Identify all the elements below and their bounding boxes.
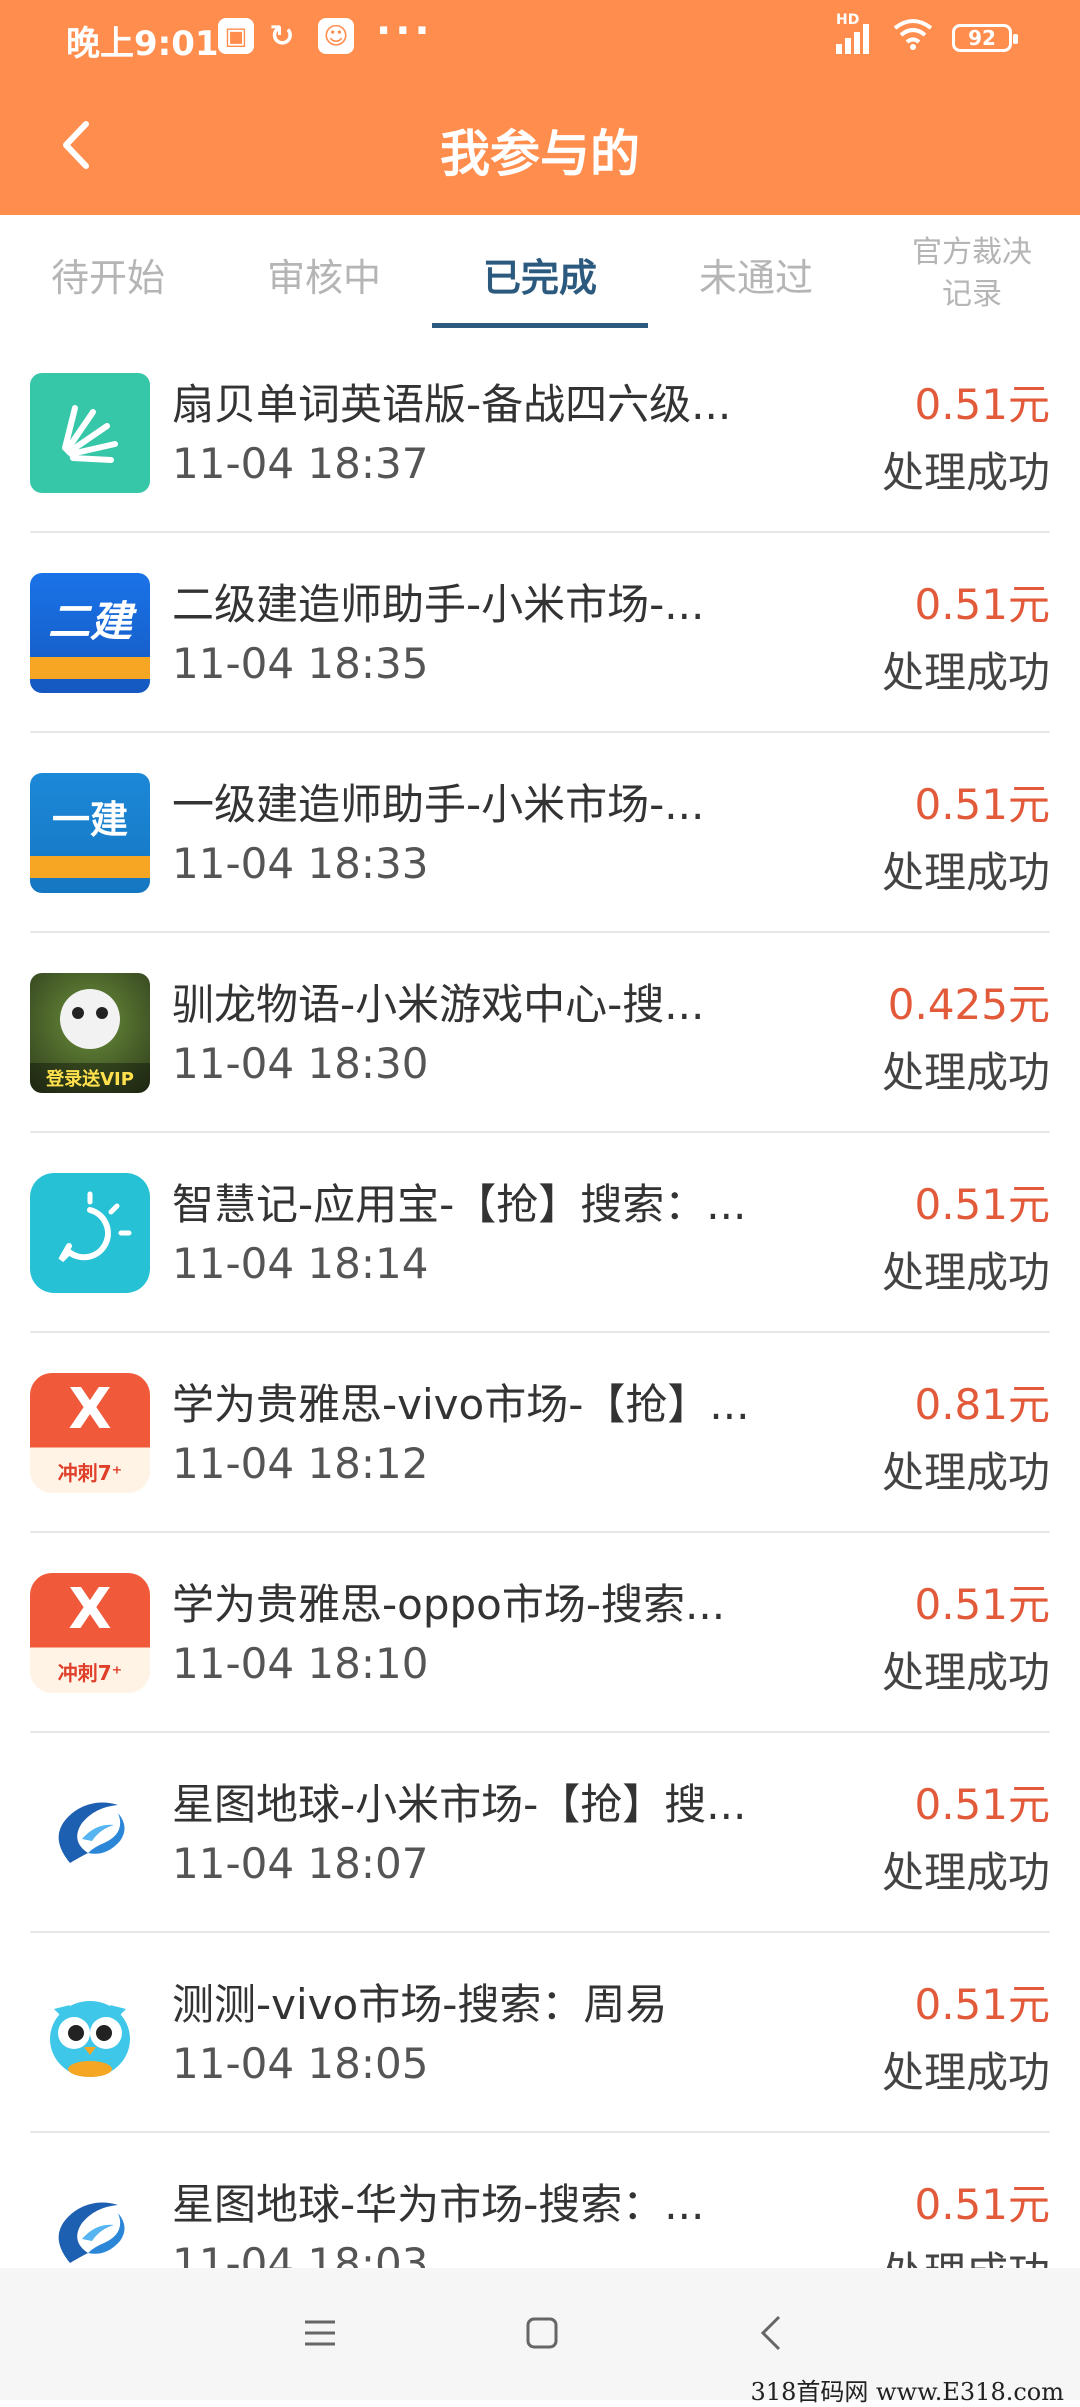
list-item[interactable]: X 冲刺7⁺ 学为贵雅思-oppo市场-搜索... 11-04 18:10 0.… (30, 1533, 1050, 1733)
wifi-icon (893, 18, 933, 59)
tab-rejected[interactable]: 未通过 (648, 215, 864, 333)
item-amount: 0.51元 (914, 580, 1050, 629)
page-title: 我参与的 (440, 125, 640, 183)
icon-text: 登录送VIP (30, 1063, 150, 1093)
home-button[interactable] (502, 2298, 582, 2368)
xingtu-earth-icon (30, 1773, 150, 1893)
status-tabs: 待开始 审核中 已完成 未通过 官方裁决 记录 (0, 215, 1080, 333)
item-status: 处理成功 (881, 1848, 1050, 1897)
notification-sync-icon: ↻ (269, 18, 295, 54)
tab-official-ruling-line1: 官方裁决 (912, 235, 1032, 270)
notification-app-icon: ▣ (218, 18, 254, 54)
xingtu-earth-icon (30, 2173, 150, 2268)
item-amount: 0.81元 (914, 1380, 1050, 1429)
zhihuiji-icon (30, 1173, 150, 1293)
list-item[interactable]: 二建 二级建造师助手-小米市场-... 11-04 18:35 0.51元 处理… (30, 533, 1050, 733)
item-title: 扇贝单词英语版-备战四六级... (172, 380, 732, 429)
item-title: 星图地球-小米市场-【抢】搜... (172, 1780, 747, 1829)
nav-back-button[interactable] (730, 2298, 810, 2368)
list-item[interactable]: 星图地球-华为市场-搜索：... 11-04 18:03 0.51元 处理成功 (30, 2133, 1050, 2268)
active-tab-indicator (432, 323, 648, 328)
item-amount: 0.51元 (914, 380, 1050, 429)
xueweigui-icon: X 冲刺7⁺ (30, 1373, 150, 1493)
item-status: 处理成功 (881, 1448, 1050, 1497)
item-title: 一级建造师助手-小米市场-... (172, 780, 705, 829)
list-item[interactable]: 星图地球-小米市场-【抢】搜... 11-04 18:07 0.51元 处理成功 (30, 1733, 1050, 1933)
item-time: 11-04 18:07 (172, 1839, 429, 1888)
item-title: 学为贵雅思-vivo市场-【抢】... (172, 1380, 750, 1429)
item-time: 11-04 18:03 (172, 2239, 429, 2268)
shanbay-icon (30, 373, 150, 493)
icon-text: 冲刺7⁺ (57, 1461, 123, 1485)
x-logo: X (68, 1577, 112, 1642)
item-time: 11-04 18:14 (172, 1239, 429, 1288)
xueweigui-icon: X 冲刺7⁺ (30, 1573, 150, 1693)
item-time: 11-04 18:33 (172, 839, 429, 888)
tab-official-ruling[interactable]: 官方裁决 记录 (864, 215, 1080, 333)
notification-face-icon: ☺ (318, 18, 354, 54)
item-title: 驯龙物语-小米游戏中心-搜... (172, 980, 705, 1029)
list-item[interactable]: 测测-vivo市场-搜索：周易 11-04 18:05 0.51元 处理成功 (30, 1933, 1050, 2133)
item-title: 智慧记-应用宝-【抢】搜索：... (172, 1180, 747, 1229)
status-bar: 晚上9:01 ▣ ↻ ☺ ··· HD 92 (0, 0, 1080, 80)
item-status: 处理成功 (881, 848, 1050, 897)
item-time: 11-04 18:35 (172, 639, 429, 688)
icon-text: 二建 (47, 596, 132, 646)
game-panda-icon: 登录送VIP (30, 973, 150, 1093)
item-status: 处理成功 (881, 1648, 1050, 1697)
title-bar: 我参与的 (0, 80, 1080, 215)
item-title: 星图地球-华为市场-搜索：... (172, 2180, 705, 2229)
item-amount: 0.51元 (914, 2180, 1050, 2229)
item-time: 11-04 18:30 (172, 1039, 429, 1088)
menu-button[interactable] (280, 2298, 360, 2368)
menu-icon (305, 2320, 335, 2346)
item-time: 11-04 18:37 (172, 439, 429, 488)
item-amount: 0.51元 (914, 780, 1050, 829)
status-time: 晚上9:01 (66, 24, 219, 64)
item-amount: 0.51元 (914, 1580, 1050, 1629)
app-header: 晚上9:01 ▣ ↻ ☺ ··· HD 92 我参与的 (0, 0, 1080, 215)
item-status: 处理成功 (881, 648, 1050, 697)
item-amount: 0.51元 (914, 1980, 1050, 2029)
item-status: 处理成功 (881, 448, 1050, 497)
item-amount: 0.425元 (887, 980, 1050, 1029)
erjian-icon: 二建 (30, 573, 150, 693)
more-notifications-icon: ··· (376, 8, 434, 54)
icon-text: 冲刺7⁺ (57, 1661, 123, 1685)
tab-official-ruling-line2: 记录 (942, 277, 1002, 312)
item-status: 处理成功 (881, 1048, 1050, 1097)
watermark: 318首码网 www.E318.com (750, 2378, 1064, 2406)
item-status: 处理成功 (881, 2048, 1050, 2097)
owl-icon (30, 1973, 150, 2093)
tab-completed[interactable]: 已完成 (432, 215, 648, 333)
item-title: 二级建造师助手-小米市场-... (172, 580, 705, 629)
item-time: 11-04 18:05 (172, 2039, 429, 2088)
item-amount: 0.51元 (914, 1180, 1050, 1229)
tab-reviewing[interactable]: 审核中 (216, 215, 432, 333)
x-logo: X (68, 1377, 112, 1442)
item-amount: 0.51元 (914, 1780, 1050, 1829)
item-title: 学为贵雅思-oppo市场-搜索... (172, 1580, 726, 1629)
yijian-icon: 一建 (30, 773, 150, 893)
item-time: 11-04 18:12 (172, 1439, 429, 1488)
item-status: 处理成功 (882, 2239, 1050, 2268)
item-status: 处理成功 (881, 1248, 1050, 1297)
icon-text: 一建 (51, 797, 128, 842)
list-item[interactable]: 扇贝单词英语版-备战四六级... 11-04 18:37 0.51元 处理成功 (30, 333, 1050, 533)
item-time: 11-04 18:10 (172, 1639, 429, 1688)
item-title: 测测-vivo市场-搜索：周易 (172, 1980, 668, 2029)
list-item[interactable]: 一建 一级建造师助手-小米市场-... 11-04 18:33 0.51元 处理… (30, 733, 1050, 933)
list-item[interactable]: X 冲刺7⁺ 学为贵雅思-vivo市场-【抢】... 11-04 18:12 0… (30, 1333, 1050, 1533)
back-triangle-icon (760, 2315, 781, 2351)
tab-pending[interactable]: 待开始 (0, 215, 216, 333)
battery-icon: 92 (952, 24, 1018, 52)
list-item[interactable]: 登录送VIP 驯龙物语-小米游戏中心-搜... 11-04 18:30 0.42… (30, 933, 1050, 1133)
home-icon (526, 2317, 558, 2349)
task-list: 扇贝单词英语版-备战四六级... 11-04 18:37 0.51元 处理成功 … (0, 333, 1080, 2268)
signal-icon (836, 20, 876, 54)
list-item[interactable]: 智慧记-应用宝-【抢】搜索：... 11-04 18:14 0.51元 处理成功 (30, 1133, 1050, 1333)
